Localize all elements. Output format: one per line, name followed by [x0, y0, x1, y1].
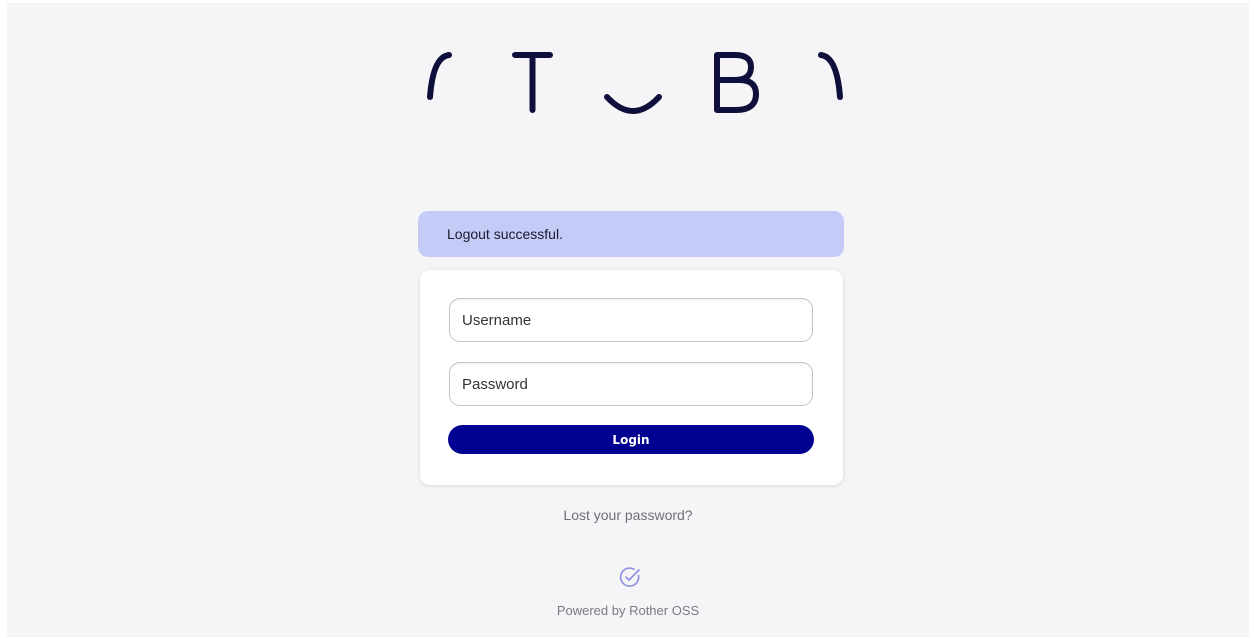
lost-password-link[interactable]: Lost your password?: [563, 507, 692, 523]
check-circle-icon: [618, 565, 642, 589]
login-button[interactable]: Login: [448, 425, 814, 454]
logout-notification: Logout successful.: [418, 211, 844, 257]
logo-right-arc-icon: [818, 52, 843, 100]
logo-left-arc-icon: [427, 52, 452, 100]
logo-b-icon: [714, 52, 759, 113]
username-input[interactable]: [449, 298, 813, 342]
otobo-logo: [417, 51, 857, 131]
logo-smile-icon: [604, 94, 662, 114]
logo-t-icon: [512, 52, 553, 113]
powered-by-text: Powered by Rother OSS: [556, 603, 700, 618]
lost-password-container: Lost your password?: [7, 507, 1249, 523]
login-page: Logout successful. Login Lost your passw…: [7, 3, 1249, 637]
notification-text: Logout successful.: [447, 226, 563, 242]
login-card: Login: [420, 270, 843, 485]
password-input[interactable]: [449, 362, 813, 406]
